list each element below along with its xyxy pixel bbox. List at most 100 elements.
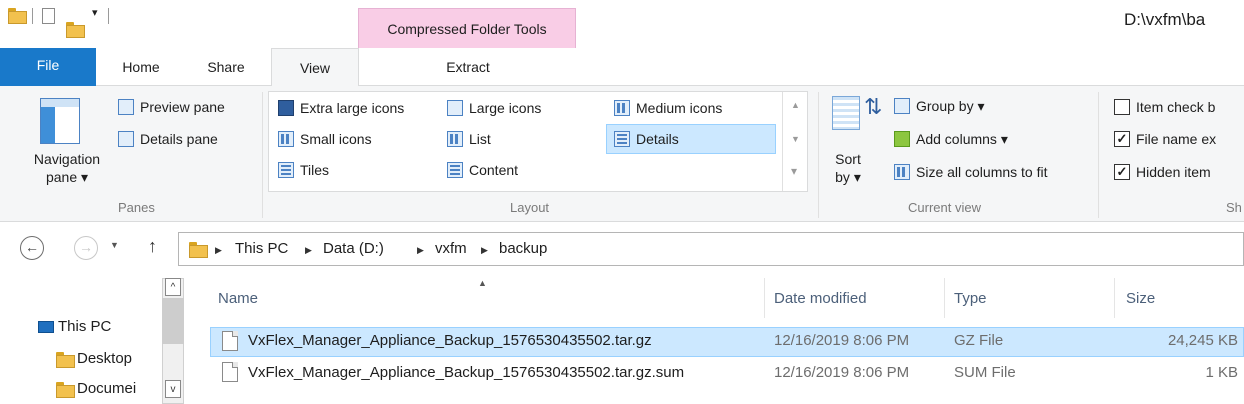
ribbon-tabs: File Home Share View Extract — [0, 48, 1244, 87]
tab-view[interactable]: View — [271, 48, 359, 87]
chevron-right-icon[interactable]: ▶ — [417, 245, 424, 256]
address-bar[interactable]: ▶ This PC ▶ Data (D:) ▶ vxfm ▶ backup — [178, 232, 1244, 266]
layout-gallery-scroll[interactable]: ▲ ▼ ▾ — [782, 92, 807, 191]
nav-scroll-thumb[interactable] — [162, 298, 184, 344]
size-columns-icon — [894, 164, 910, 180]
list-icon — [447, 131, 463, 147]
tiles-button[interactable]: Tiles — [278, 158, 329, 182]
properties-icon[interactable] — [42, 8, 55, 24]
breadcrumb-vxfm[interactable]: vxfm — [435, 240, 467, 257]
navigation-pane-button[interactable]: Navigation pane ▾ — [22, 150, 112, 186]
medium-icons-button[interactable]: Medium icons — [614, 96, 722, 120]
column-divider[interactable] — [944, 278, 945, 318]
chevron-right-icon[interactable]: ▶ — [215, 245, 222, 256]
details-pane-label: Details pane — [140, 131, 218, 147]
sort-ascending-icon: ▲ — [478, 278, 487, 288]
recent-locations-icon[interactable]: ▼ — [110, 240, 119, 250]
folder-icon — [189, 242, 208, 258]
size-all-columns-button[interactable]: Size all columns to fit — [894, 160, 1048, 184]
nav-item-desktop[interactable]: Desktop — [56, 350, 133, 368]
small-icons-label: Small icons — [300, 131, 372, 147]
item-check-boxes-toggle[interactable]: Item check b — [1114, 95, 1215, 119]
details-pane-icon — [118, 131, 134, 147]
medium-icons-label: Medium icons — [636, 100, 723, 116]
file-type: SUM File — [954, 364, 1016, 381]
list-button[interactable]: List — [447, 127, 491, 151]
group-by-label: Group by ▾ — [916, 97, 985, 114]
large-icons-button[interactable]: Large icons — [447, 96, 541, 120]
item-check-boxes-checkbox[interactable] — [1114, 99, 1130, 115]
file-name-extensions-toggle[interactable]: ✓ File name ex — [1114, 127, 1216, 151]
list-label: List — [469, 131, 491, 147]
tab-file[interactable]: File — [0, 48, 96, 86]
content-label: Content — [469, 162, 519, 178]
file-name[interactable]: VxFlex_Manager_Appliance_Backup_15765304… — [248, 364, 684, 381]
nav-item-label: Desktop — [77, 350, 133, 367]
file-size: 24,245 KB — [1167, 332, 1238, 349]
small-icons-icon — [278, 131, 294, 147]
tiles-icon — [278, 162, 294, 178]
file-name-extensions-checkbox[interactable]: ✓ — [1114, 131, 1130, 147]
tab-extract[interactable]: Extract — [360, 48, 576, 86]
extra-large-icons-button[interactable]: Extra large icons — [278, 96, 404, 120]
nav-item-documents[interactable]: Documei — [56, 380, 137, 398]
hidden-items-checkbox[interactable]: ✓ — [1114, 164, 1130, 180]
details-label: Details — [636, 131, 679, 147]
nav-item-label: This PC — [58, 318, 112, 335]
computer-icon — [38, 320, 54, 333]
details-button[interactable]: Details — [614, 127, 679, 151]
scroll-down-icon[interactable]: v — [165, 380, 181, 398]
toolbar-separator — [108, 8, 109, 24]
add-columns-button[interactable]: Add columns ▾ — [894, 127, 1008, 151]
file-type: GZ File — [954, 332, 1004, 349]
layout-group-label: Layout — [510, 200, 550, 215]
nav-item-label: Documei — [77, 380, 137, 397]
chevron-right-icon[interactable]: ▶ — [305, 245, 312, 256]
up-button[interactable]: ↑ — [148, 236, 157, 257]
content-button[interactable]: Content — [447, 158, 518, 182]
sort-arrows-icon: ⇅ — [864, 94, 883, 119]
sort-by-button[interactable]: Sort by ▾ — [830, 150, 866, 186]
scroll-down-icon[interactable]: ▼ — [791, 134, 800, 144]
expand-gallery-icon[interactable]: ▾ — [791, 164, 797, 178]
quick-access-dropdown-icon[interactable]: ▾ — [92, 6, 98, 19]
breadcrumb-backup[interactable]: backup — [499, 240, 547, 257]
column-header-type[interactable]: Type — [954, 290, 987, 307]
scroll-up-icon[interactable]: ▲ — [791, 100, 800, 110]
tab-share[interactable]: Share — [200, 48, 252, 86]
scroll-up-icon[interactable]: ^ — [165, 278, 181, 296]
column-header-name[interactable]: Name — [218, 290, 258, 307]
address-bar-row: ← → ▼ ↑ ▶ This PC ▶ Data (D:) ▶ vxfm ▶ b… — [0, 228, 1244, 272]
tab-home[interactable]: Home — [116, 48, 166, 86]
file-name[interactable]: VxFlex_Manager_Appliance_Backup_15765304… — [248, 332, 652, 349]
details-pane-button[interactable]: Details pane — [118, 127, 218, 151]
extra-large-icons-label: Extra large icons — [300, 100, 405, 116]
breadcrumb-data-drive[interactable]: Data (D:) — [323, 240, 384, 257]
tiles-label: Tiles — [300, 162, 330, 178]
small-icons-button[interactable]: Small icons — [278, 127, 372, 151]
hidden-items-toggle[interactable]: ✓ Hidden item — [1114, 160, 1211, 184]
preview-pane-button[interactable]: Preview pane — [118, 95, 225, 119]
breadcrumb-this-pc[interactable]: This PC — [235, 240, 288, 257]
group-by-button[interactable]: Group by ▾ — [894, 94, 985, 118]
current-view-group-label: Current view — [908, 200, 981, 215]
chevron-right-icon[interactable]: ▶ — [481, 245, 488, 256]
new-folder-icon[interactable] — [66, 22, 85, 38]
large-icons-label: Large icons — [469, 100, 542, 116]
preview-pane-label: Preview pane — [140, 99, 225, 115]
column-divider[interactable] — [1114, 278, 1115, 318]
column-header-size[interactable]: Size — [1126, 290, 1155, 307]
medium-icons-icon — [614, 100, 630, 116]
column-header-date-modified[interactable]: Date modified — [774, 290, 867, 307]
nav-item-this-pc[interactable]: This PC — [38, 318, 111, 335]
forward-button[interactable]: → — [74, 236, 98, 260]
title-bar: ▾ Compressed Folder Tools D:\vxfm\ba — [0, 0, 1244, 48]
group-divider — [1098, 92, 1099, 218]
folder-icon — [8, 8, 27, 24]
panes-group-label: Panes — [118, 200, 155, 215]
column-divider[interactable] — [764, 278, 765, 318]
sort-by-icon[interactable] — [832, 96, 860, 130]
navigation-pane-icon[interactable] — [40, 98, 80, 144]
group-divider — [262, 92, 263, 218]
back-button[interactable]: ← — [20, 236, 44, 260]
